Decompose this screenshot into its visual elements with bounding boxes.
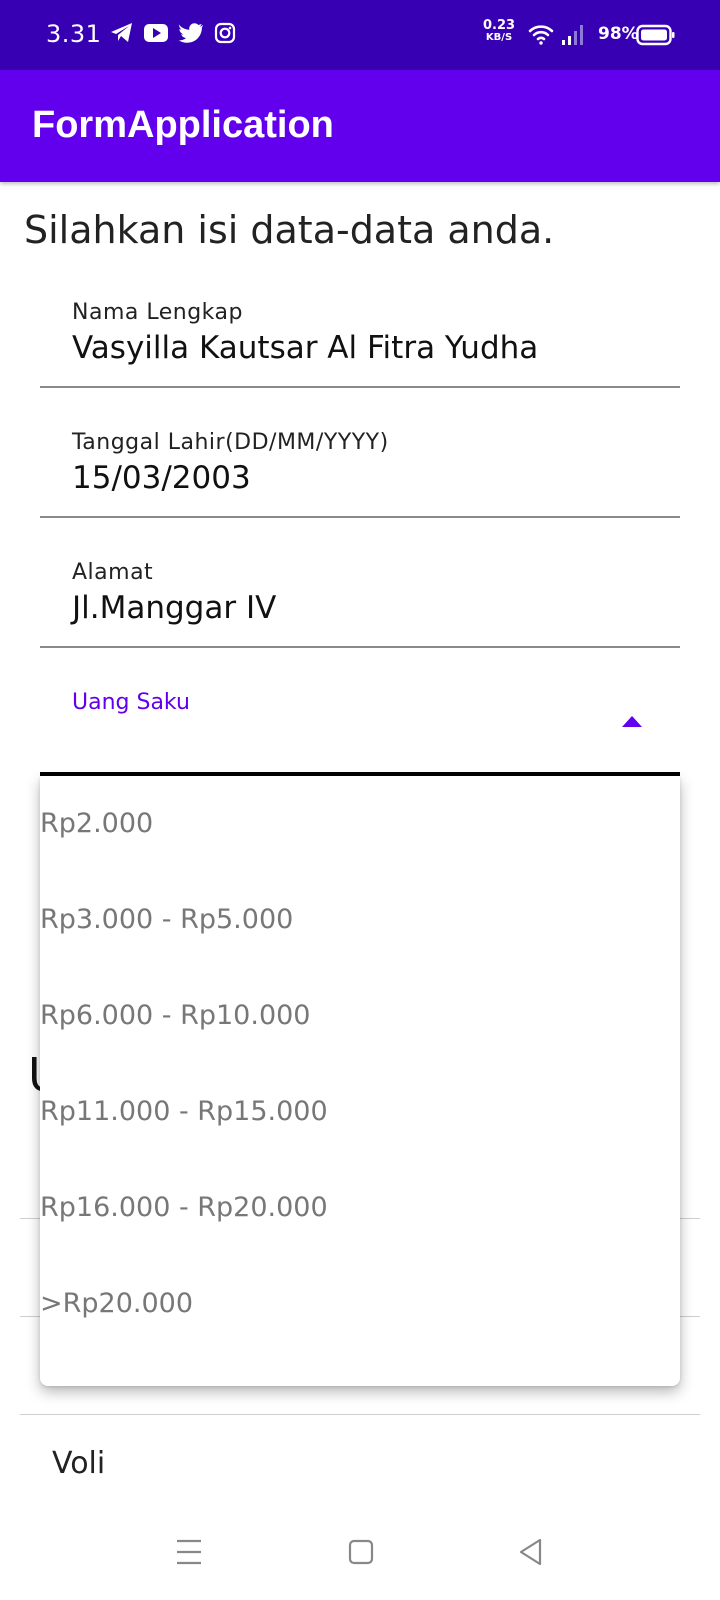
dropdown-option[interactable]: >Rp20.000 [40,1256,680,1352]
birth-date-label: Tanggal Lahir(DD/MM/YYYY) [72,430,389,455]
address-field[interactable]: Alamat Jl.Manggar IV [40,540,680,648]
instagram-icon [214,22,236,44]
status-time: 3.31 [46,20,102,48]
home-icon[interactable] [348,1538,374,1566]
pocket-money-label: Uang Saku [72,690,190,715]
full-name-value: Vasyilla Kautsar Al Fitra Yudha [72,330,539,366]
address-label: Alamat [72,560,154,585]
app-title: FormApplication [32,104,334,146]
battery-percentage: 98% [598,24,639,44]
hobby-list-item[interactable]: Voli [52,1446,105,1481]
wifi-icon [528,25,554,45]
birth-date-value: 15/03/2003 [72,460,251,496]
battery-icon [636,24,675,46]
network-speed: 0.23 KB/S [483,18,516,44]
navigation-bar [0,1500,720,1600]
dropdown-option[interactable]: Rp11.000 - Rp15.000 [40,1064,680,1160]
menu-icon[interactable] [176,1538,202,1566]
address-value: Jl.Manggar IV [72,590,277,626]
telegram-icon [111,23,132,42]
birth-date-field[interactable]: Tanggal Lahir(DD/MM/YYYY) 15/03/2003 [40,410,680,518]
dropdown-option[interactable]: Rp6.000 - Rp10.000 [40,968,680,1064]
signal-icon [562,25,583,45]
full-name-label: Nama Lengkap [72,300,243,325]
dropdown-option[interactable]: Rp16.000 - Rp20.000 [40,1160,680,1256]
youtube-icon [144,24,168,42]
pocket-money-dropdown: Rp2.000 Rp3.000 - Rp5.000 Rp6.000 - Rp10… [40,776,680,1386]
app-bar: FormApplication [0,70,720,182]
status-bar: 3.31 0.23 KB/S 98% [0,0,720,70]
list-divider [20,1414,700,1415]
dropdown-arrow-up-icon[interactable] [622,716,642,727]
network-speed-value: 0.23 [483,18,516,33]
back-icon[interactable] [518,1538,544,1566]
network-speed-unit: KB/S [485,32,513,43]
dropdown-option[interactable]: Rp2.000 [40,776,680,872]
dropdown-option[interactable]: Rp3.000 - Rp5.000 [40,872,680,968]
twitter-icon [178,23,203,43]
full-name-field[interactable]: Nama Lengkap Vasyilla Kautsar Al Fitra Y… [40,280,680,388]
form-intro-text: Silahkan isi data-data anda. [24,208,555,252]
